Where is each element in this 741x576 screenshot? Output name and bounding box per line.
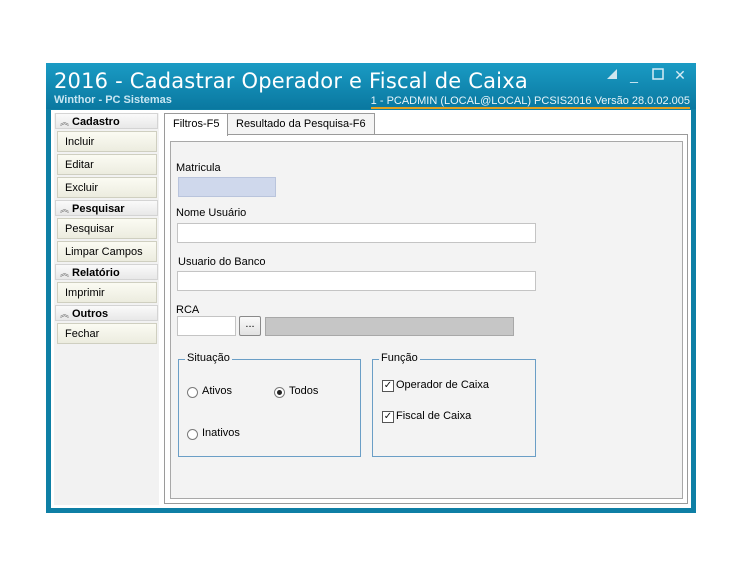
usuario-banco-field[interactable] bbox=[177, 271, 536, 291]
inativos-label: Inativos bbox=[202, 427, 240, 439]
imprimir-button[interactable]: Imprimir bbox=[57, 282, 157, 303]
todos-label: Todos bbox=[289, 385, 319, 397]
matricula-field[interactable] bbox=[178, 177, 276, 197]
group-pesquisar[interactable]: ︽ Pesquisar bbox=[55, 200, 158, 216]
minimize-icon[interactable]: _ bbox=[626, 67, 642, 83]
nome-usuario-field[interactable] bbox=[177, 223, 536, 243]
ativos-radio[interactable] bbox=[187, 387, 198, 398]
close-icon[interactable]: ✕ bbox=[672, 67, 688, 83]
restore-icon[interactable] bbox=[604, 67, 620, 83]
usuario-banco-label: Usuario do Banco bbox=[178, 256, 266, 268]
situacao-title: Situação bbox=[185, 352, 232, 364]
radio-selected-dot bbox=[277, 390, 282, 395]
nome-usuario-label: Nome Usuário bbox=[176, 207, 247, 219]
client-area: ︽ Cadastro Incluir Editar Excluir ︽ Pesq… bbox=[51, 110, 691, 508]
maximize-icon[interactable] bbox=[650, 67, 666, 83]
rca-description-field bbox=[265, 317, 514, 336]
tab-resultado[interactable]: Resultado da Pesquisa-F6 bbox=[227, 113, 375, 135]
window-title: 2016 - Cadastrar Operador e Fiscal de Ca… bbox=[54, 69, 528, 93]
excluir-button[interactable]: Excluir bbox=[57, 177, 157, 198]
title-bar[interactable]: 2016 - Cadastrar Operador e Fiscal de Ca… bbox=[46, 63, 696, 109]
chevron-up-icon: ︽ bbox=[60, 117, 70, 127]
rca-label: RCA bbox=[176, 304, 200, 316]
inativos-radio[interactable] bbox=[187, 429, 198, 440]
ativos-label: Ativos bbox=[202, 385, 232, 397]
chevron-up-icon: ︽ bbox=[60, 309, 70, 319]
action-sidebar: ︽ Cadastro Incluir Editar Excluir ︽ Pesq… bbox=[54, 113, 159, 505]
session-status: 1 - PCADMIN (LOCAL@LOCAL) PCSIS2016 Vers… bbox=[370, 95, 690, 109]
rca-search-button[interactable]: ... bbox=[239, 316, 261, 336]
matricula-label: Matricula bbox=[176, 162, 221, 174]
funcao-title: Função bbox=[379, 352, 420, 364]
funcao-group: Função ✓ Operador de Caixa ✓ Fiscal de C… bbox=[372, 352, 536, 457]
operador-caixa-checkbox[interactable]: ✓ bbox=[382, 380, 394, 392]
editar-button[interactable]: Editar bbox=[57, 154, 157, 175]
operador-caixa-label: Operador de Caixa bbox=[396, 379, 489, 391]
fiscal-caixa-checkbox[interactable]: ✓ bbox=[382, 411, 394, 423]
fiscal-caixa-label: Fiscal de Caixa bbox=[396, 410, 472, 422]
incluir-button[interactable]: Incluir bbox=[57, 131, 157, 152]
pesquisar-button[interactable]: Pesquisar bbox=[57, 218, 157, 239]
app-window: 2016 - Cadastrar Operador e Fiscal de Ca… bbox=[46, 63, 696, 513]
chevron-up-icon: ︽ bbox=[60, 268, 70, 278]
chevron-up-icon: ︽ bbox=[60, 204, 70, 214]
group-relatorio[interactable]: ︽ Relatório bbox=[55, 264, 158, 280]
filtros-page: Matricula Nome Usuário Usuario do Banco … bbox=[164, 134, 688, 504]
todos-radio[interactable] bbox=[274, 387, 285, 398]
group-outros[interactable]: ︽ Outros bbox=[55, 305, 158, 321]
group-cadastro[interactable]: ︽ Cadastro bbox=[55, 113, 158, 129]
window-subtitle: Winthor - PC Sistemas bbox=[54, 94, 172, 106]
tab-filtros[interactable]: Filtros-F5 bbox=[164, 113, 229, 136]
limpar-campos-button[interactable]: Limpar Campos bbox=[57, 241, 157, 262]
situacao-group: Situação Ativos Todos Inativos bbox=[178, 352, 361, 457]
fechar-button[interactable]: Fechar bbox=[57, 323, 157, 344]
filter-panel: Matricula Nome Usuário Usuario do Banco … bbox=[170, 141, 683, 499]
rca-code-field[interactable] bbox=[177, 316, 236, 336]
